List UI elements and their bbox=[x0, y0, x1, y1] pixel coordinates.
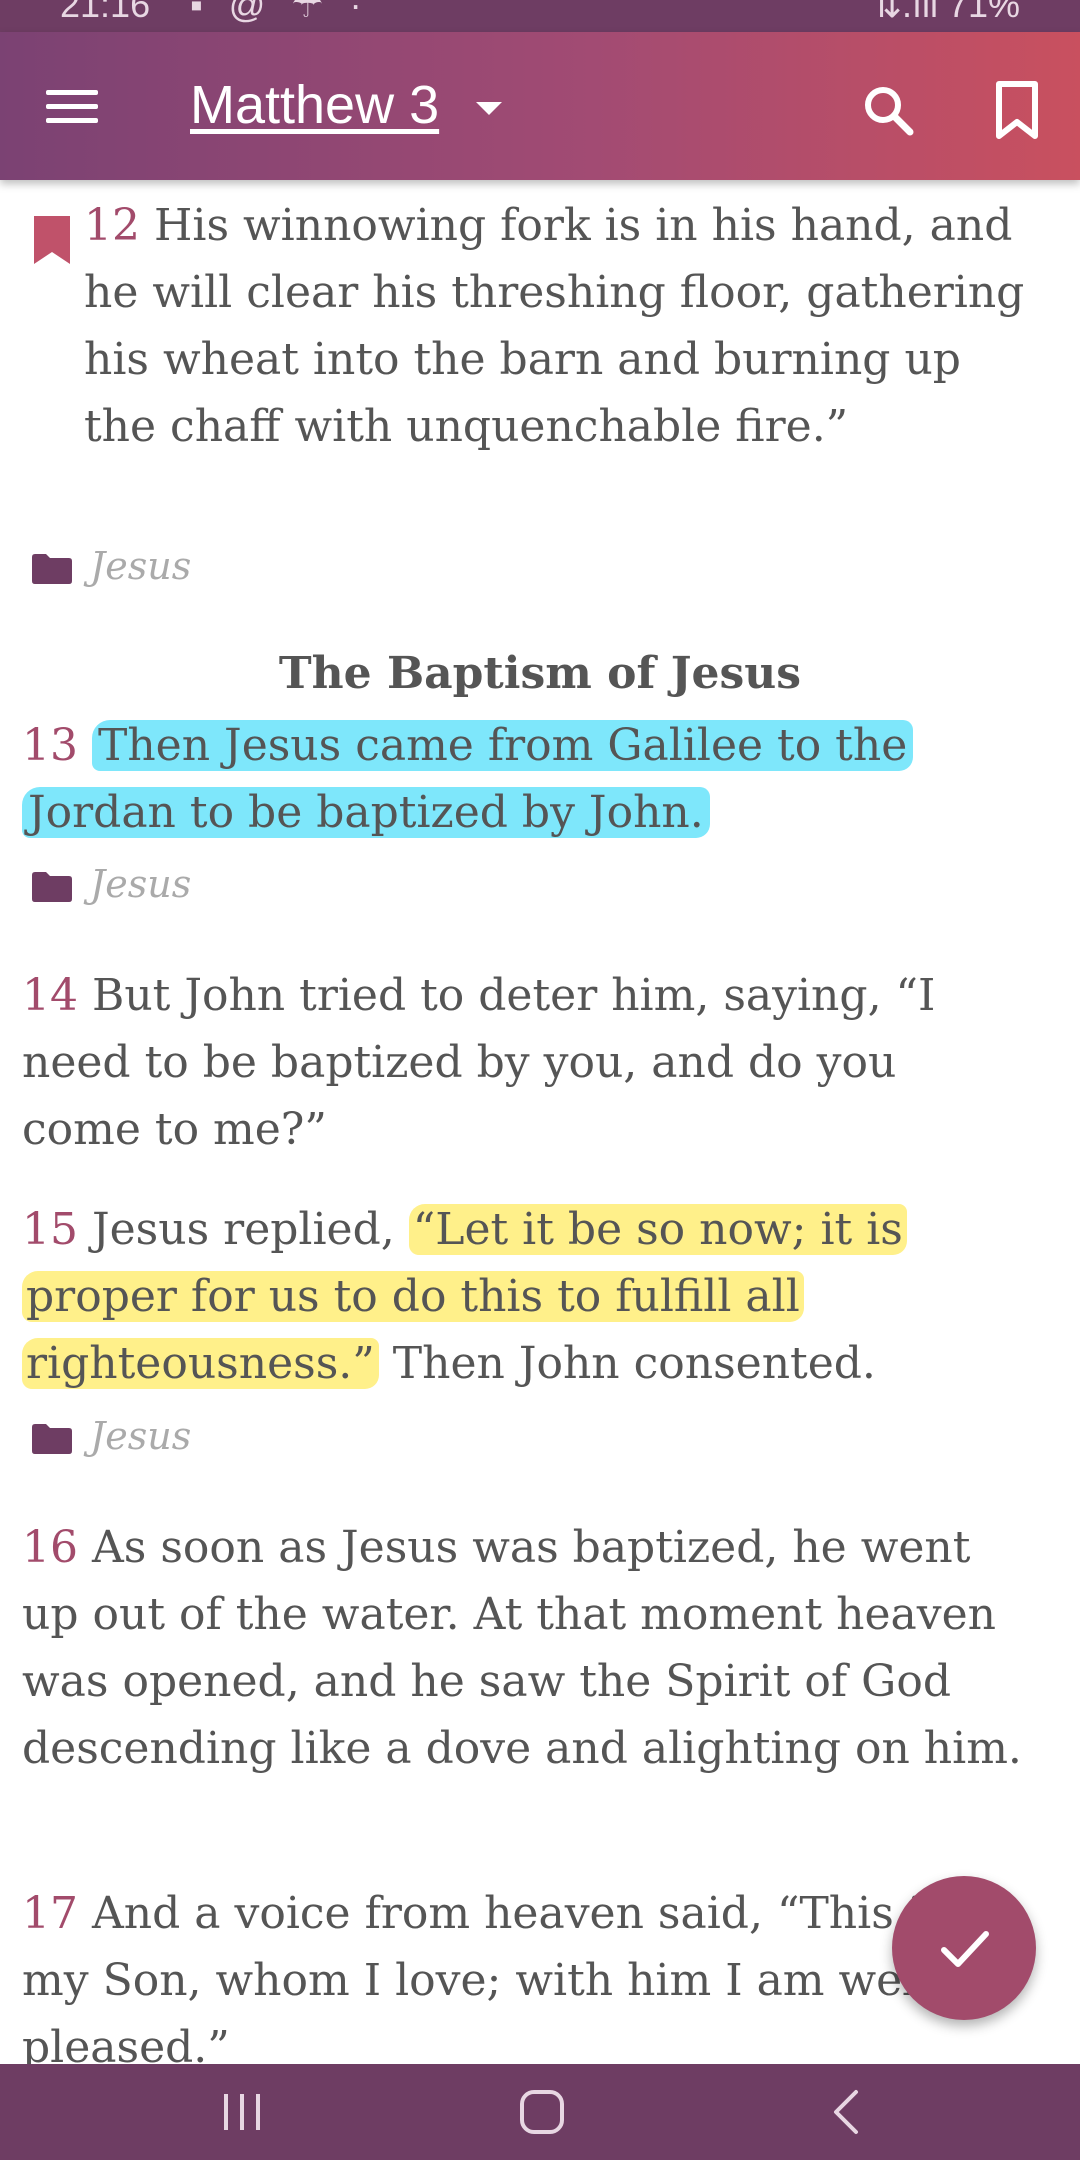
section-heading: The Baptism of Jesus bbox=[278, 648, 802, 699]
search-icon[interactable] bbox=[860, 82, 916, 138]
tag-label: Jesus bbox=[90, 1414, 192, 1458]
folder-icon bbox=[32, 1424, 72, 1454]
verse-13[interactable]: 13 Then Jesus came from Galilee to the J… bbox=[22, 712, 1022, 846]
verse-12[interactable]: 12 His winnowing fork is in his hand, an… bbox=[84, 192, 1044, 460]
menu-icon[interactable] bbox=[46, 90, 98, 124]
status-bar: 21:16 ▪ @ ☂ · ⇅.ıll 71% bbox=[0, 0, 1080, 32]
tag-label: Jesus bbox=[90, 862, 192, 906]
highlight-blue: Then Jesus came from Galilee to the Jord… bbox=[22, 720, 914, 838]
verse-text: And a voice from heaven said, “This is m… bbox=[22, 1888, 945, 2064]
verse-17[interactable]: 17 And a voice from heaven said, “This i… bbox=[22, 1880, 1022, 2064]
back-icon[interactable] bbox=[828, 2064, 864, 2160]
verse-15[interactable]: 15 Jesus replied, “Let it be so now; it … bbox=[22, 1196, 1022, 1397]
verse-text: His winnowing fork is in his hand, and h… bbox=[84, 200, 1025, 452]
home-icon[interactable] bbox=[518, 2064, 566, 2160]
system-nav-bar bbox=[0, 2064, 1080, 2160]
tag-label: Jesus bbox=[90, 544, 192, 588]
dropdown-caret-icon[interactable] bbox=[476, 102, 502, 115]
verse-text: But John tried to deter him, saying, “I … bbox=[22, 970, 936, 1155]
folder-icon bbox=[32, 872, 72, 902]
verse-number: 16 bbox=[22, 1522, 78, 1573]
verse-bookmark-icon[interactable] bbox=[34, 216, 70, 264]
verse-16[interactable]: 16 As soon as Jesus was baptized, he wen… bbox=[22, 1514, 1022, 1782]
verse-text-before: Jesus replied, bbox=[92, 1204, 395, 1255]
check-icon bbox=[941, 1931, 989, 1967]
chapter-title[interactable]: Matthew 3 bbox=[190, 74, 439, 136]
verse-number: 14 bbox=[22, 970, 78, 1021]
verse-number: 12 bbox=[84, 200, 140, 251]
app-bar: Matthew 3 bbox=[0, 32, 1080, 180]
status-time: 21:16 bbox=[60, 0, 151, 25]
chapter-content[interactable]: 12 His winnowing fork is in his hand, an… bbox=[0, 180, 1080, 2064]
verse-number: 13 bbox=[22, 720, 78, 771]
status-notification-icons: ▪ @ ☂ · bbox=[190, 0, 370, 25]
bookmark-icon[interactable] bbox=[994, 80, 1040, 140]
done-fab-button[interactable] bbox=[892, 1876, 1036, 2020]
verse-number: 17 bbox=[22, 1888, 78, 1939]
folder-icon bbox=[32, 554, 72, 584]
verse-text-after: Then John consented. bbox=[392, 1338, 876, 1389]
status-battery-signal: ⇅.ıll 71% bbox=[871, 0, 1020, 25]
verse-text: As soon as Jesus was baptized, he went u… bbox=[22, 1522, 1022, 1774]
verse-number: 15 bbox=[22, 1204, 78, 1255]
recent-apps-icon[interactable] bbox=[220, 2064, 264, 2160]
verse-14[interactable]: 14 But John tried to deter him, saying, … bbox=[22, 962, 1022, 1163]
